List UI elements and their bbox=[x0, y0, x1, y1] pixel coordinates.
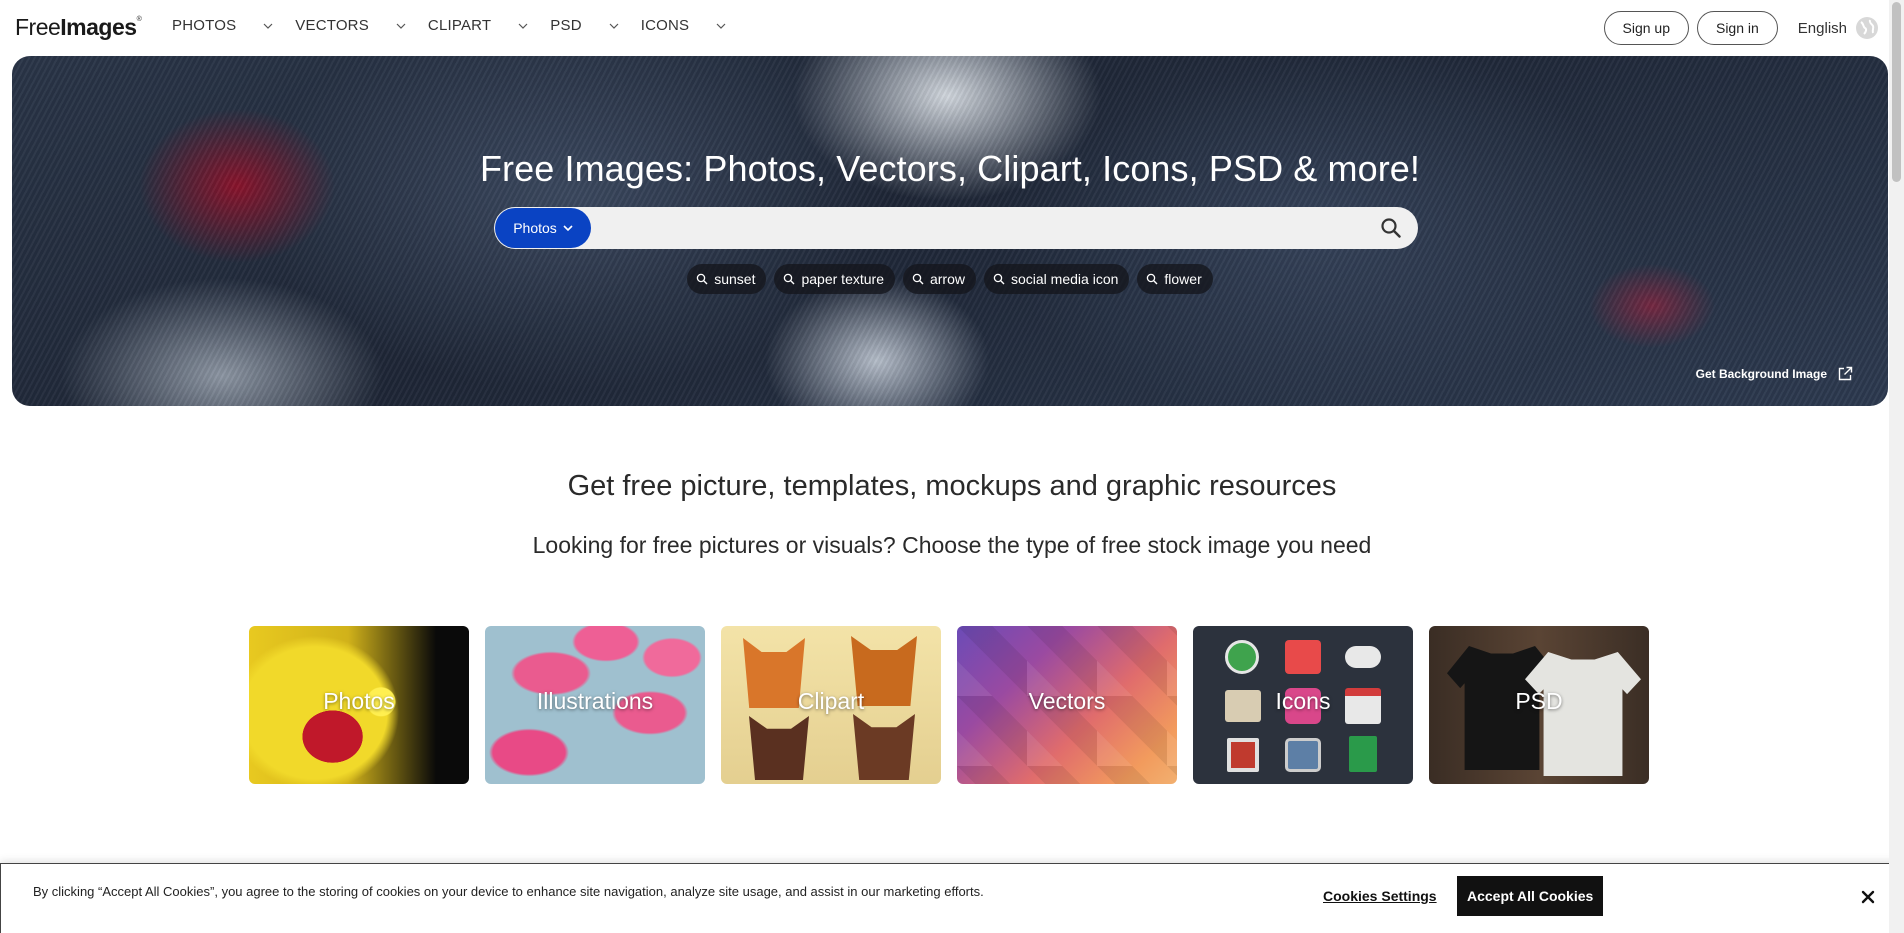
category-card-clipart[interactable]: Clipart bbox=[721, 626, 941, 784]
search-icon bbox=[1147, 273, 1158, 285]
search-tag-label: flower bbox=[1164, 271, 1202, 287]
nav-icons[interactable]: ICONS bbox=[641, 17, 728, 34]
document-app-icon bbox=[1227, 738, 1259, 772]
search-icon bbox=[912, 273, 924, 285]
nav-clipart[interactable]: CLIPART bbox=[428, 17, 529, 34]
category-card-label: Clipart bbox=[797, 688, 865, 714]
sign-in-button[interactable]: Sign in bbox=[1696, 11, 1778, 45]
dog-illustration bbox=[853, 714, 915, 780]
cloud-app-icon bbox=[1345, 646, 1381, 668]
nav-clipart-label: CLIPART bbox=[427, 17, 492, 34]
search-icon bbox=[696, 273, 708, 285]
search-type-dropdown[interactable]: Photos bbox=[495, 208, 591, 248]
accept-all-cookies-button[interactable]: Accept All Cookies bbox=[1457, 876, 1604, 916]
nav-psd[interactable]: PSD bbox=[550, 17, 619, 34]
page-scrollbar[interactable] bbox=[1889, 0, 1904, 933]
category-card-label: Icons bbox=[1275, 688, 1331, 714]
category-card-vectors[interactable]: Vectors bbox=[957, 626, 1177, 784]
category-card-icons[interactable]: Icons bbox=[1193, 626, 1413, 784]
nav-photos-label: PHOTOS bbox=[172, 17, 237, 34]
search-tag-label: sunset bbox=[714, 271, 756, 287]
chevron-down-icon[interactable] bbox=[517, 20, 529, 32]
category-card-photos[interactable]: Photos bbox=[249, 626, 469, 784]
language-label: English bbox=[1797, 19, 1847, 37]
search-tag-label: paper texture bbox=[801, 271, 884, 287]
search-tag[interactable]: paper texture bbox=[774, 264, 895, 294]
cookies-settings-link[interactable]: Cookies Settings bbox=[1323, 888, 1437, 904]
scrollbar-thumb[interactable] bbox=[1892, 2, 1901, 182]
search-tag[interactable]: sunset bbox=[687, 264, 767, 294]
nav-photos[interactable]: PHOTOS bbox=[172, 17, 274, 34]
chevron-down-icon[interactable] bbox=[715, 20, 727, 32]
get-background-image-label: Get Background Image bbox=[1695, 367, 1827, 381]
hero-banner: Free Images: Photos, Vectors, Clipart, I… bbox=[12, 56, 1888, 406]
search-tag-label: social media icon bbox=[1011, 271, 1119, 287]
clock-app-icon bbox=[1225, 640, 1259, 674]
close-icon[interactable] bbox=[1858, 887, 1878, 907]
mail-app-icon bbox=[1285, 640, 1321, 674]
freeimages-logo[interactable]: FreeImages® bbox=[15, 14, 142, 41]
category-card-illustrations[interactable]: Illustrations bbox=[485, 626, 705, 784]
language-selector[interactable]: English bbox=[1798, 16, 1879, 40]
category-card-label: PSD bbox=[1515, 688, 1563, 714]
account-actions: Sign up Sign in English bbox=[1596, 11, 1880, 45]
dog-illustration bbox=[749, 716, 809, 780]
nav-vectors[interactable]: VECTORS bbox=[295, 17, 407, 34]
hero-title: Free Images: Photos, Vectors, Clipart, I… bbox=[479, 148, 1421, 189]
category-card-label: Illustrations bbox=[536, 688, 654, 714]
cookie-consent-text: By clicking “Accept All Cookies”, you ag… bbox=[33, 884, 984, 899]
nav-psd-label: PSD bbox=[550, 17, 582, 34]
search-icon bbox=[993, 273, 1005, 285]
category-card-label: Photos bbox=[323, 688, 395, 714]
search-tag[interactable]: arrow bbox=[902, 264, 976, 294]
search-bar: Photos bbox=[494, 207, 1418, 249]
category-card-psd[interactable]: PSD bbox=[1429, 626, 1649, 784]
search-input[interactable] bbox=[591, 208, 1380, 248]
nav-vectors-label: VECTORS bbox=[295, 17, 369, 34]
external-link-icon bbox=[1838, 366, 1853, 381]
sign-up-button[interactable]: Sign up bbox=[1603, 11, 1689, 45]
search-tag-label: arrow bbox=[929, 271, 965, 287]
search-type-label: Photos bbox=[513, 220, 557, 236]
popular-search-tags: sunset paper texture arrow social media … bbox=[12, 264, 1888, 294]
section-subheading: Looking for free pictures or visuals? Ch… bbox=[532, 532, 1372, 558]
cookie-consent-banner: By clicking “Accept All Cookies”, you ag… bbox=[0, 863, 1901, 933]
preview-app-icon bbox=[1285, 738, 1321, 772]
chevron-down-icon[interactable] bbox=[608, 20, 620, 32]
chevron-down-icon[interactable] bbox=[395, 20, 407, 32]
get-background-image-link[interactable]: Get Background Image bbox=[1696, 366, 1853, 382]
sheet-app-icon bbox=[1349, 736, 1377, 772]
search-icon bbox=[784, 273, 795, 285]
chevron-down-icon bbox=[563, 225, 573, 232]
main-nav: PHOTOS VECTORS CLIPART PSD ICONS bbox=[172, 17, 748, 34]
category-cards: Photos Illustrations Clipart Vectors Ico… bbox=[249, 626, 1665, 784]
globe-icon bbox=[1856, 17, 1878, 39]
section-heading: Get free picture, templates, mockups and… bbox=[567, 470, 1337, 502]
search-tag[interactable]: social media icon bbox=[984, 264, 1130, 294]
nav-icons-label: ICONS bbox=[640, 17, 690, 34]
search-tag[interactable]: flower bbox=[1137, 264, 1213, 294]
search-icon[interactable] bbox=[1380, 217, 1402, 239]
top-header: FreeImages® PHOTOS VECTORS CLIPART PSD I… bbox=[0, 0, 1904, 56]
chevron-down-icon[interactable] bbox=[262, 20, 274, 32]
category-card-label: Vectors bbox=[1028, 688, 1106, 714]
